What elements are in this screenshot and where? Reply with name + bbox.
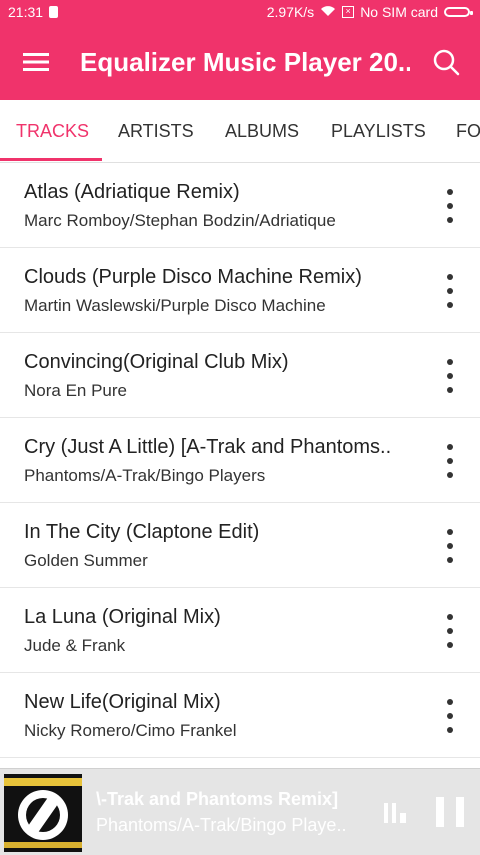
sim-icon: × [342, 6, 355, 18]
track-artist: Martin Waslewski/Purple Disco Machine [24, 296, 326, 315]
more-vert-icon[interactable] [442, 614, 458, 648]
now-playing-artist: Phantoms/A-Trak/Bingo Playe.. [96, 815, 347, 835]
list-item[interactable]: Cry (Just A Little) [A-Trak and Phantoms… [0, 418, 480, 503]
album-art[interactable] [4, 774, 82, 852]
wifi-icon [320, 4, 336, 20]
menu-icon[interactable] [12, 38, 60, 86]
list-item[interactable]: La Luna (Original Mix) Jude & Frank [0, 588, 480, 673]
tab-folders[interactable]: FO [456, 100, 480, 162]
pause-icon[interactable] [436, 797, 464, 827]
track-artist: Golden Summer [24, 551, 148, 570]
more-vert-icon[interactable] [442, 529, 458, 563]
more-vert-icon[interactable] [442, 444, 458, 478]
search-icon[interactable] [426, 42, 466, 82]
track-artist: Jude & Frank [24, 636, 126, 655]
tab-albums[interactable]: ALBUMS [225, 100, 299, 162]
status-time: 21:31 [8, 4, 44, 20]
album-art-banner [4, 778, 82, 786]
tab-bar: TRACKS ARTISTS ALBUMS PLAYLISTS FO [0, 100, 480, 163]
list-item[interactable]: Convincing(Original Club Mix) Nora En Pu… [0, 333, 480, 418]
notification-icon [49, 6, 59, 18]
track-title: In The City (Claptone Edit) [24, 521, 260, 543]
mini-player[interactable]: \-Trak and Phantoms Remix] Phantoms/A-Tr… [0, 768, 480, 855]
list-item[interactable]: New Life(Original Mix) Nicky Romero/Cimo… [0, 673, 480, 758]
track-title: Atlas (Adriatique Remix) [24, 181, 240, 203]
track-title: La Luna (Original Mix) [24, 606, 221, 628]
track-artist: Phantoms/A-Trak/Bingo Players [24, 466, 266, 485]
album-art-footer [4, 842, 82, 848]
list-item[interactable]: Atlas (Adriatique Remix) Marc Romboy/Ste… [0, 163, 480, 248]
track-title: Clouds (Purple Disco Machine Remix) [24, 266, 362, 288]
sim-status: No SIM card [360, 4, 438, 20]
list-item[interactable]: Clouds (Purple Disco Machine Remix) Mart… [0, 248, 480, 333]
list-item[interactable]: In The City (Claptone Edit) Golden Summe… [0, 503, 480, 588]
tab-indicator [0, 158, 102, 161]
tab-artists[interactable]: ARTISTS [118, 100, 194, 162]
status-bar: 21:31 2.97K/s × No SIM card [0, 0, 480, 24]
more-vert-icon[interactable] [442, 189, 458, 223]
track-artist: Marc Romboy/Stephan Bodzin/Adriatique [24, 211, 336, 230]
track-title: Convincing(Original Club Mix) [24, 351, 289, 373]
tab-tracks[interactable]: TRACKS [16, 100, 89, 162]
page-title: Equalizer Music Player 20... [80, 46, 410, 77]
more-vert-icon[interactable] [442, 274, 458, 308]
network-speed: 2.97K/s [266, 4, 315, 20]
track-title: New Life(Original Mix) [24, 691, 221, 713]
tab-playlists[interactable]: PLAYLISTS [331, 100, 426, 162]
more-vert-icon[interactable] [442, 699, 458, 733]
track-list[interactable]: Atlas (Adriatique Remix) Marc Romboy/Ste… [0, 163, 480, 758]
more-vert-icon[interactable] [442, 359, 458, 393]
battery-icon [444, 7, 473, 17]
track-title: Cry (Just A Little) [A-Trak and Phantoms… [24, 436, 392, 458]
track-artist: Nora En Pure [24, 381, 127, 400]
app-bar: Equalizer Music Player 20... [0, 24, 480, 100]
track-artist: Nicky Romero/Cimo Frankel [24, 721, 237, 740]
label-logo-icon [18, 790, 68, 840]
now-playing-title: \-Trak and Phantoms Remix] [96, 789, 339, 809]
queue-icon[interactable] [382, 799, 408, 825]
